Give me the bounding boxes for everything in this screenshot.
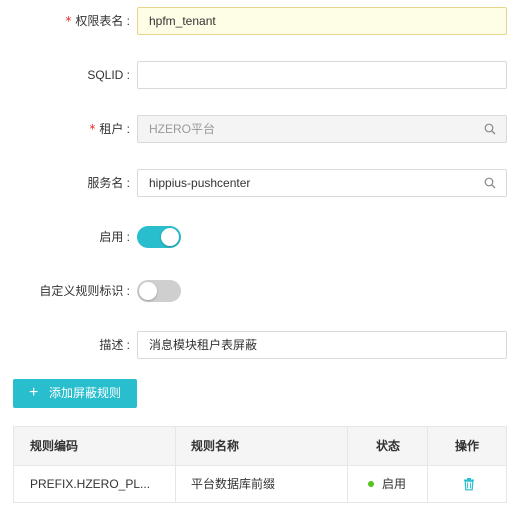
table-name-value: hpfm_tenant [149,14,216,28]
switch-knob [161,228,179,246]
tenant-value: HZERO平台 [149,122,216,136]
table-row: PREFIX.HZERO_PL... 平台数据库前缀 启用 [14,466,506,502]
service-label: 服务名 : [87,176,130,190]
form-row-tenant: * 租户 : HZERO平台 [0,114,528,144]
status-cell: 启用 [368,466,406,502]
custom-rule-label: 自定义规则标识 : [39,284,130,298]
form-row-service: 服务名 : hippius-pushcenter [0,168,528,198]
form-row-enabled: 启用 : [0,222,528,252]
description-input[interactable]: 消息模块租户表屏蔽 [137,331,507,359]
table-name-label: * 权限表名 : [65,14,130,28]
trash-icon[interactable] [462,477,476,491]
table-name-input[interactable]: hpfm_tenant [137,7,507,35]
status-text: 启用 [382,477,407,491]
switch-knob [139,282,157,300]
enabled-switch[interactable] [137,226,181,248]
column-divider [347,466,348,502]
form-row-custom-rule: 自定义规则标识 : [0,276,528,306]
required-mark: * [65,14,72,28]
rules-table: 规则编码 规则名称 状态 操作 PREFIX.HZERO_PL... 平台数据库… [13,426,507,503]
form-row-description: 描述 : 消息模块租户表屏蔽 [0,330,528,360]
description-label: 描述 : [99,338,130,352]
column-divider [175,466,176,502]
required-mark: * [89,122,96,136]
plus-icon: + [29,384,39,401]
service-value: hippius-pushcenter [149,176,251,190]
status-dot-icon [368,480,374,487]
header-rule-code: 规则编码 [30,439,79,453]
service-lov-input[interactable]: hippius-pushcenter [137,169,507,197]
column-divider [427,466,428,502]
rule-name-cell: 平台数据库前缀 [191,477,276,491]
add-rule-button-label: 添加屏蔽规则 [49,386,122,400]
description-value: 消息模块租户表屏蔽 [149,338,258,352]
form-row-sqlid: SQLID : [0,60,528,90]
table-header: 规则编码 规则名称 状态 操作 [14,427,506,466]
custom-rule-switch[interactable] [137,280,181,302]
header-rule-name: 规则名称 [191,439,240,453]
tenant-lov-input[interactable]: HZERO平台 [137,115,507,143]
header-status: 状态 [376,439,401,453]
enabled-label: 启用 : [99,230,130,244]
column-divider [175,427,176,465]
sqlid-input[interactable] [137,61,507,89]
tenant-label: * 租户 : [89,122,130,136]
column-divider [427,427,428,465]
search-icon[interactable] [484,123,496,135]
rule-code-cell: PREFIX.HZERO_PL... [30,477,151,491]
header-action: 操作 [455,439,480,453]
add-rule-button[interactable]: + 添加屏蔽规则 [13,379,137,408]
form-row-table-name: * 权限表名 : hpfm_tenant [0,6,528,36]
search-icon[interactable] [484,177,496,189]
sqlid-label: SQLID : [87,68,130,82]
column-divider [347,427,348,465]
